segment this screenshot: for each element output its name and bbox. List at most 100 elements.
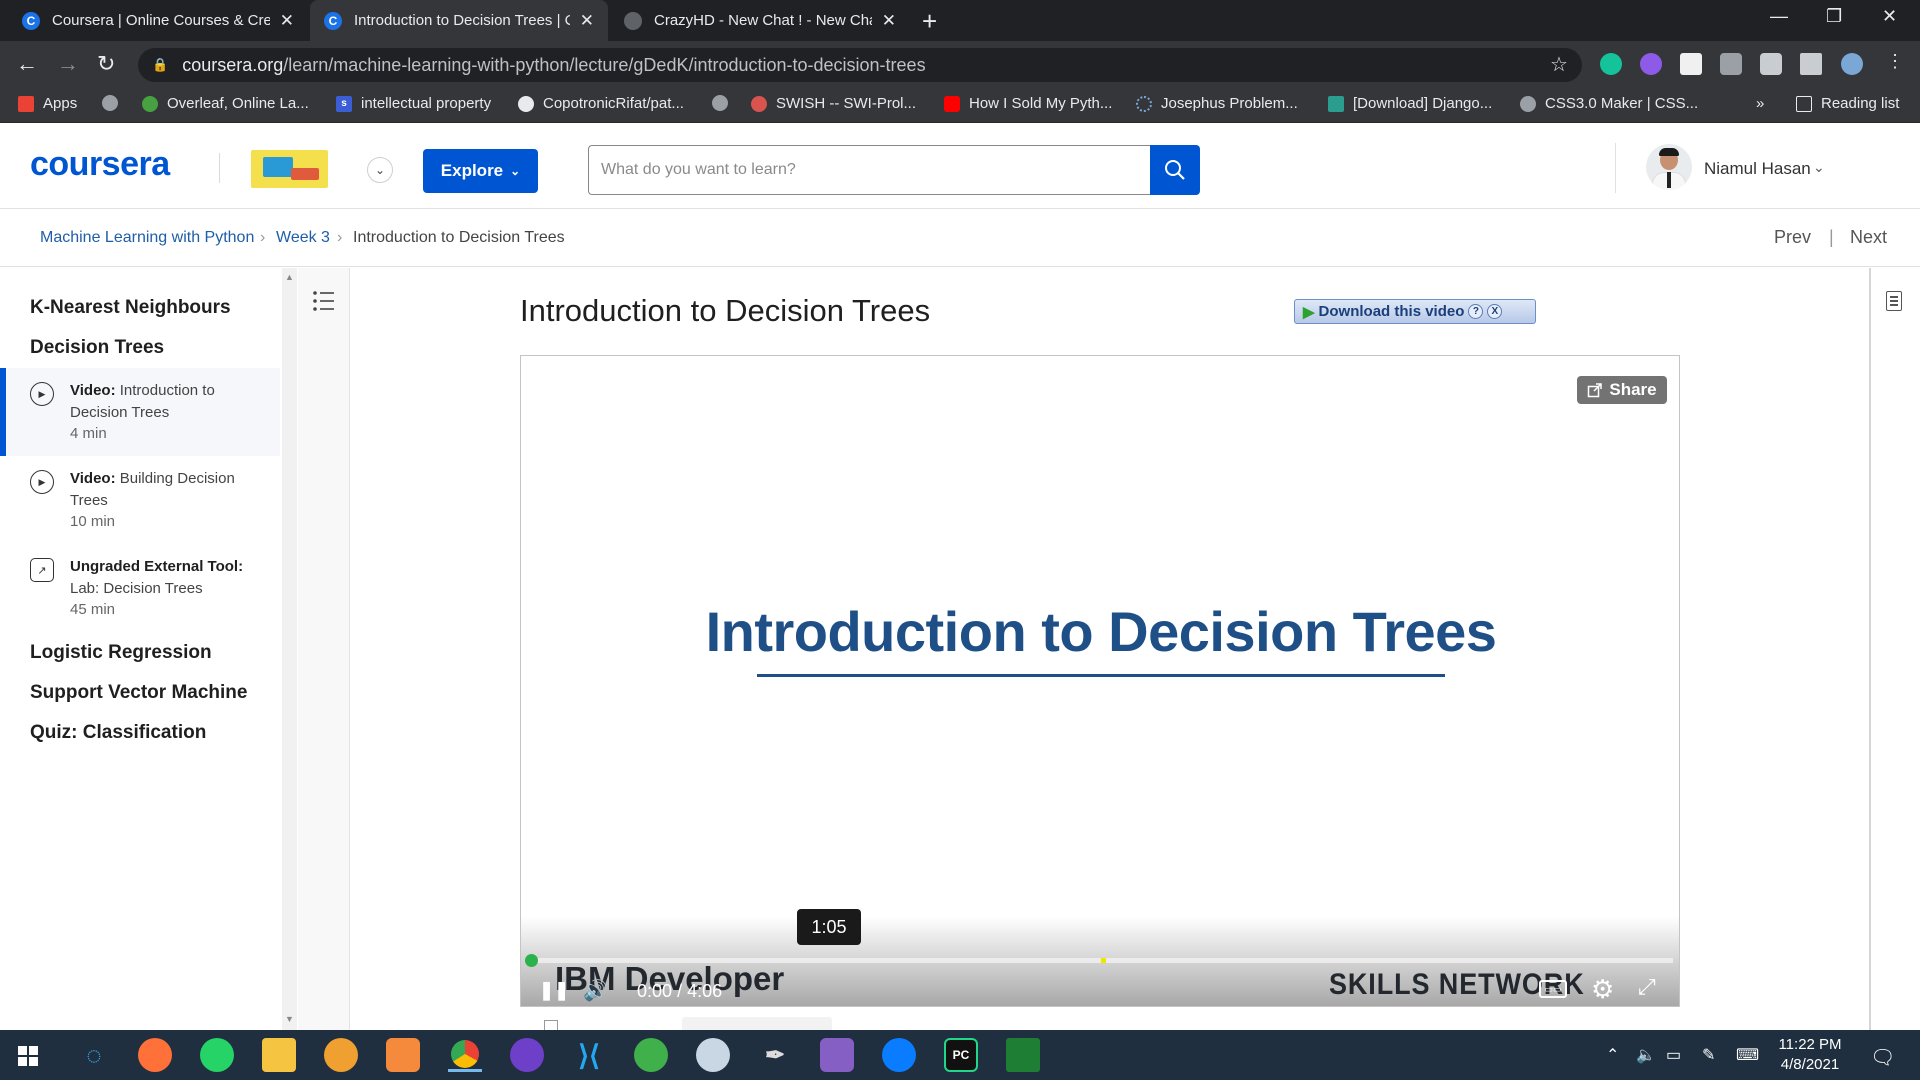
search-circle-icon[interactable]: ◌	[77, 1038, 111, 1072]
close-window-icon[interactable]: ✕	[1882, 6, 1897, 27]
search-button[interactable]	[1150, 145, 1200, 195]
chrome-icon[interactable]	[448, 1038, 482, 1072]
clock[interactable]: 11:22 PM 4/8/2021	[1772, 1035, 1848, 1075]
progress-knob[interactable]	[525, 954, 538, 967]
bookmark-intellectual-property[interactable]: s intellectual property	[336, 95, 491, 112]
close-tab-icon[interactable]: ✕	[882, 11, 896, 31]
restore-icon[interactable]: ❐	[1826, 6, 1842, 27]
transcript-icon[interactable]	[544, 1020, 558, 1030]
bookmark-overleaf[interactable]: Overleaf, Online La...	[142, 95, 309, 112]
reading-list-button[interactable]: Reading list	[1796, 95, 1899, 112]
back-arrow-icon[interactable]: ←	[16, 51, 38, 77]
fullscreen-icon[interactable]: ⤢	[1638, 974, 1656, 1000]
next-button[interactable]: Next	[1850, 227, 1887, 248]
chevron-down-icon[interactable]: ⌄	[367, 157, 393, 183]
download-video-button[interactable]: ▶ Download this video ? X	[1294, 299, 1536, 324]
reload-icon[interactable]: ↻	[97, 51, 115, 77]
app-icon[interactable]	[386, 1038, 420, 1072]
bookmark-django[interactable]: [Download] Django...	[1328, 95, 1492, 112]
section-knn[interactable]: K-Nearest Neighbours	[30, 297, 231, 319]
new-tab-plus-icon[interactable]: +	[922, 6, 937, 37]
captions-icon[interactable]: ▭▭	[1539, 980, 1567, 998]
tab-coursera-home[interactable]: C Coursera | Online Courses & Cre ✕	[8, 0, 308, 41]
windows-start-icon[interactable]	[18, 1046, 38, 1066]
below-player-tab[interactable]	[682, 1017, 832, 1030]
whatsapp-icon[interactable]	[200, 1038, 234, 1072]
bookmark-swish[interactable]: SWISH -- SWI-Prol...	[751, 95, 916, 112]
share-button[interactable]: Share	[1577, 376, 1667, 404]
inkscape-icon[interactable]: ✒	[758, 1038, 792, 1072]
section-logistic-regression[interactable]: Logistic Regression	[30, 642, 212, 664]
section-svm[interactable]: Support Vector Machine	[30, 682, 247, 704]
bookmark-github[interactable]: CopotronicRifat/pat...	[518, 95, 684, 112]
section-decision-trees[interactable]: Decision Trees	[30, 337, 164, 359]
chevron-down-icon[interactable]: ⌄	[1813, 159, 1825, 176]
list-outline-icon[interactable]	[312, 290, 336, 312]
bookmark-globe[interactable]	[102, 95, 127, 111]
sidebar-item-lab[interactable]: ↗ Ungraded External Tool: Lab: Decision …	[0, 544, 280, 632]
url-omnibox[interactable]: 🔒 coursera.org/learn/machine-learning-wi…	[138, 48, 1582, 82]
github-desktop-icon[interactable]	[510, 1038, 544, 1072]
minimize-icon[interactable]: —	[1770, 6, 1788, 27]
puzzle-extensions-icon[interactable]	[1760, 53, 1782, 75]
bookmark-apps[interactable]: Apps	[18, 95, 77, 112]
visual-studio-icon[interactable]	[820, 1038, 854, 1072]
keyboard-tray-icon[interactable]: ⌨	[1736, 1045, 1759, 1065]
camera-extension-icon[interactable]	[1720, 53, 1742, 75]
sidebar-item-building-video[interactable]: ▶ Video: Building Decision Trees 10 min	[0, 456, 280, 544]
extension-icon[interactable]	[1680, 53, 1702, 75]
extension-icon[interactable]	[1640, 53, 1662, 75]
close-tab-icon[interactable]: ✕	[580, 11, 594, 31]
notifications-icon[interactable]: 🗨	[1870, 1045, 1895, 1070]
scroll-down-icon[interactable]: ▼	[285, 1014, 294, 1024]
messenger-icon[interactable]	[882, 1038, 916, 1072]
bookmark-star-icon[interactable]: ☆	[1550, 52, 1568, 77]
video-player[interactable]: Share Introduction to Decision Trees IBM…	[520, 355, 1680, 1007]
pycharm-icon[interactable]: PC	[944, 1038, 978, 1072]
breadcrumb-course[interactable]: Machine Learning with Python	[40, 229, 254, 247]
bookmark-globe-2[interactable]	[712, 95, 737, 111]
vscode-icon[interactable]: ⟩⟨	[572, 1038, 606, 1072]
bookmarks-overflow[interactable]: »	[1756, 95, 1764, 112]
user-name[interactable]: Niamul Hasan	[1704, 159, 1811, 179]
kebab-menu-icon[interactable]: ⋮	[1886, 51, 1904, 72]
prev-button[interactable]: Prev	[1774, 227, 1811, 248]
security-app-icon[interactable]	[324, 1038, 358, 1072]
close-icon[interactable]: X	[1487, 304, 1503, 319]
grammarly-extension-icon[interactable]	[1600, 53, 1622, 75]
network-tray-icon[interactable]: ▭	[1666, 1045, 1681, 1065]
settings-gear-icon[interactable]: ⚙	[1591, 974, 1614, 1005]
bookmark-css3-maker[interactable]: CSS3.0 Maker | CSS...	[1520, 95, 1698, 112]
bookmark-youtube[interactable]: How I Sold My Pyth...	[944, 95, 1112, 112]
tab-crazyhd[interactable]: CrazyHD - New Chat ! - New Cha ✕	[610, 0, 910, 41]
pause-icon[interactable]: ❚❚	[539, 980, 569, 1001]
app-icon[interactable]	[696, 1038, 730, 1072]
explore-button[interactable]: Explore ⌄	[423, 149, 538, 193]
media-queue-icon[interactable]	[1800, 53, 1822, 75]
avatar[interactable]	[1646, 144, 1692, 190]
coursera-logo[interactable]: coursera	[30, 145, 170, 184]
notes-icon[interactable]	[1886, 291, 1902, 311]
file-explorer-icon[interactable]	[262, 1038, 296, 1072]
app-icon[interactable]	[634, 1038, 668, 1072]
sidebar-item-intro-video[interactable]: ▶ Video: Introduction to Decision Trees …	[0, 368, 280, 456]
pen-tray-icon[interactable]: ✎	[1702, 1045, 1715, 1065]
bookmark-josephus[interactable]: Josephus Problem...	[1136, 95, 1298, 112]
firefox-icon[interactable]	[138, 1038, 172, 1072]
show-hidden-icons-chevron[interactable]: ⌃	[1606, 1045, 1619, 1065]
sidebar-scrollbar[interactable]: ▲ ▼	[282, 268, 297, 1030]
scroll-up-icon[interactable]: ▲	[285, 272, 294, 282]
close-tab-icon[interactable]: ✕	[280, 11, 294, 31]
profile-avatar-icon[interactable]	[1841, 53, 1863, 75]
volume-icon[interactable]: 🔊	[583, 978, 608, 1003]
section-quiz[interactable]: Quiz: Classification	[30, 722, 206, 744]
breadcrumb-week[interactable]: Week 3	[276, 229, 330, 247]
partner-logo[interactable]	[251, 150, 328, 188]
help-icon[interactable]: ?	[1468, 304, 1484, 319]
volume-tray-icon[interactable]: 🔈	[1636, 1045, 1656, 1065]
search-input[interactable]	[588, 145, 1150, 195]
progress-bar[interactable]	[525, 954, 1673, 967]
notepadpp-icon[interactable]	[1006, 1038, 1040, 1072]
forward-arrow-icon[interactable]: →	[57, 51, 79, 77]
tab-decision-trees[interactable]: C Introduction to Decision Trees | C ✕	[310, 0, 608, 41]
